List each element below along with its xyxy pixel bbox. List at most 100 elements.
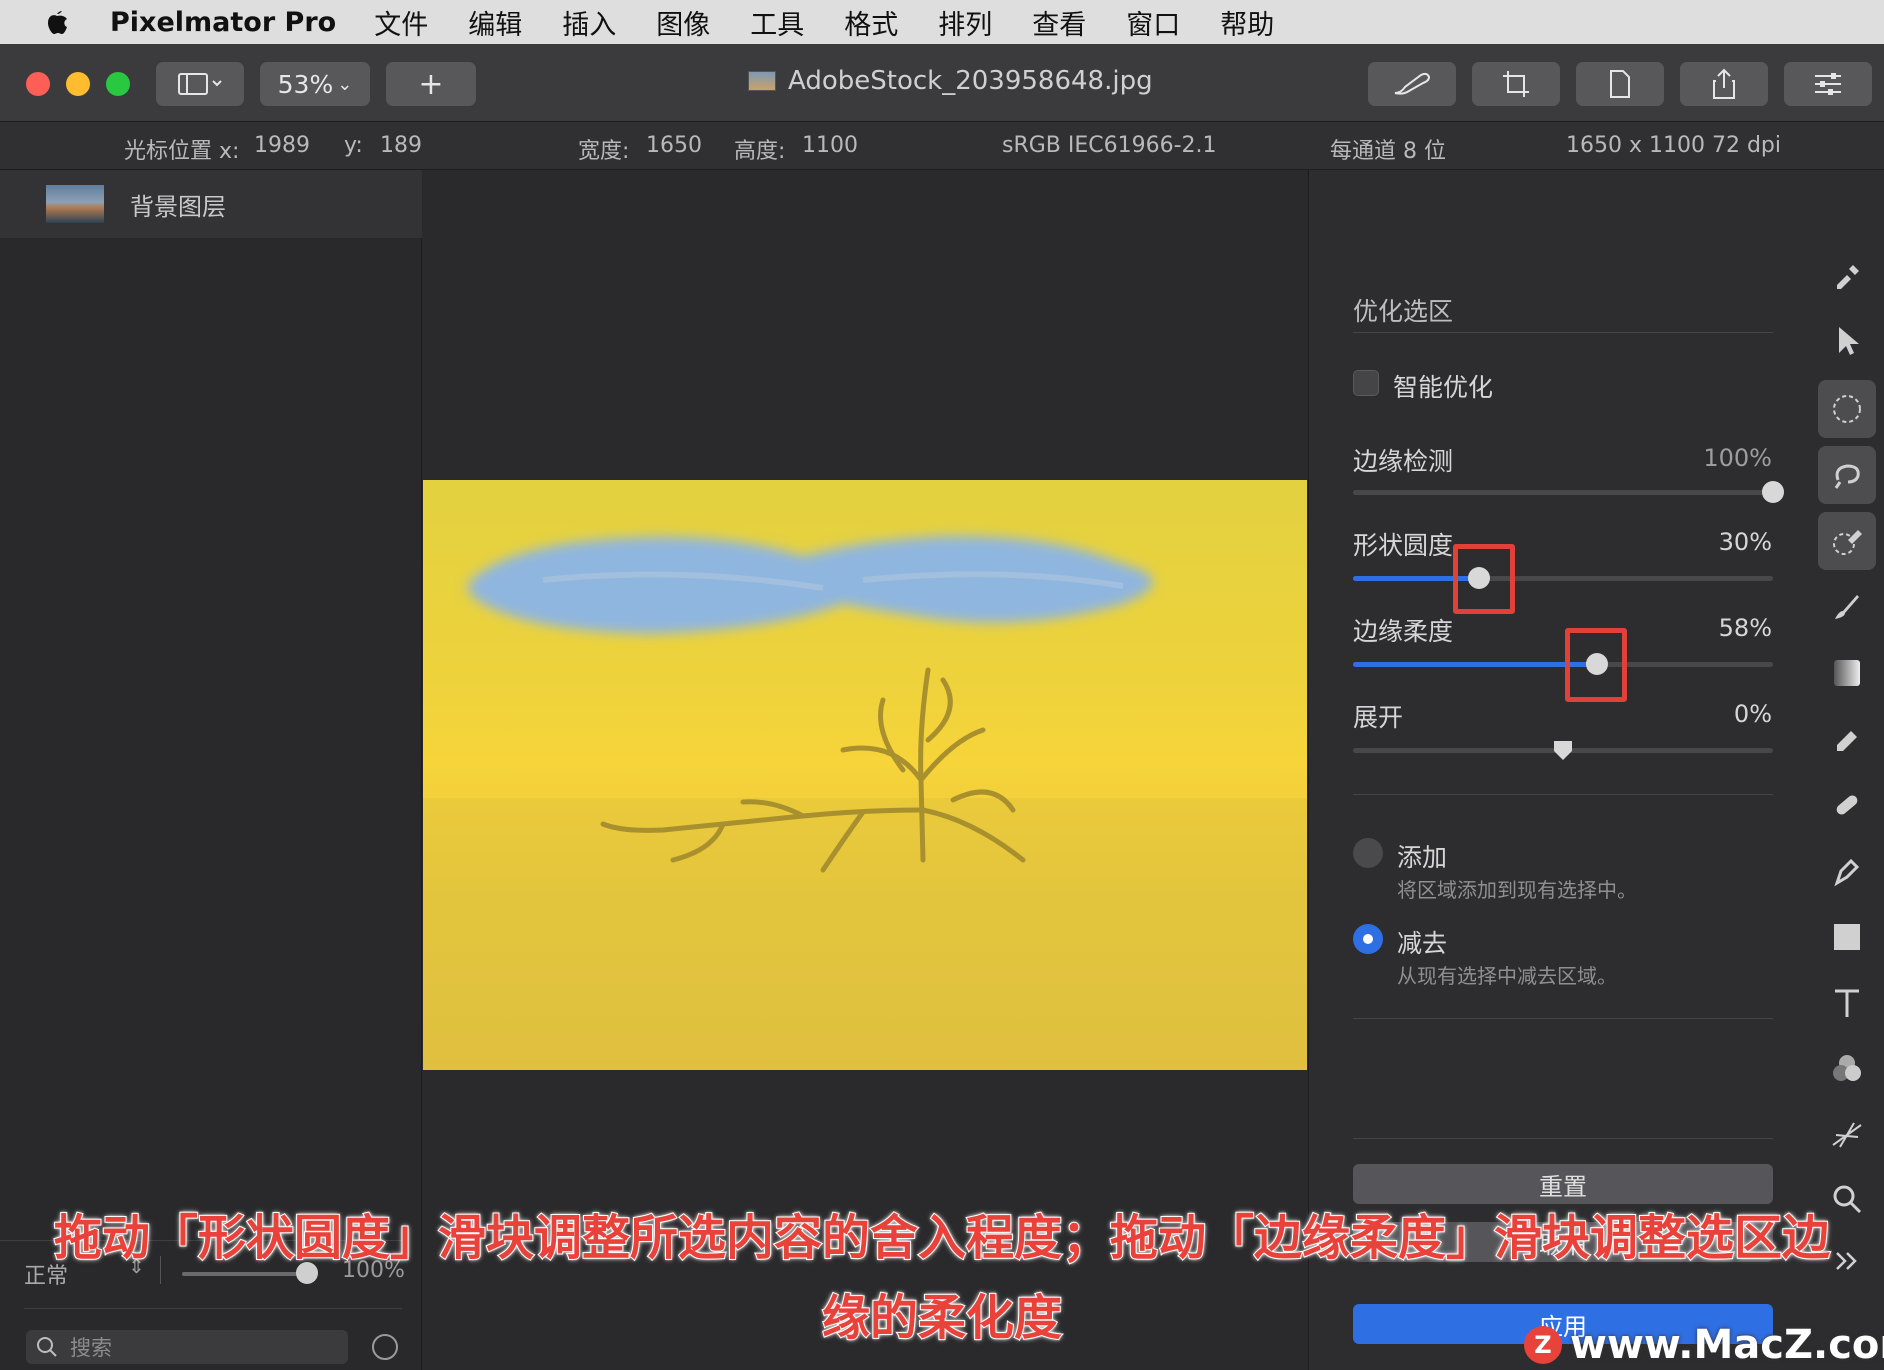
panel-title: 优化选区 (1353, 297, 1454, 326)
add-mode-label: 添加 (1397, 843, 1448, 872)
type-icon[interactable] (1818, 974, 1876, 1032)
sliders-icon (1815, 73, 1841, 95)
divider (1353, 1138, 1773, 1139)
minimize-window-button[interactable] (66, 72, 90, 96)
sidebar-icon (178, 73, 222, 95)
expand-label: 展开 (1353, 703, 1404, 732)
image-canvas[interactable] (423, 480, 1307, 1070)
apple-icon[interactable] (40, 5, 74, 39)
close-window-button[interactable] (26, 72, 50, 96)
document-title-text: AdobeStock_203958648.jpg (788, 66, 1153, 96)
feather-knob-highlight (1565, 628, 1627, 702)
layers-panel: 背景图层 正常 ⇕ 100% 搜索 (0, 170, 422, 1370)
cursor-y-value: 189 (380, 133, 422, 158)
edge-detection-slider[interactable] (1353, 481, 1784, 503)
distort-icon[interactable] (1818, 1106, 1876, 1164)
share-button[interactable] (1680, 62, 1768, 106)
bit-depth: 每通道 8 位 (1330, 139, 1446, 164)
pen-icon[interactable] (1818, 842, 1876, 900)
color-profile: sRGB IEC61966-2.1 (1002, 133, 1217, 158)
quick-selection-icon[interactable] (1818, 512, 1876, 570)
roundness-knob-highlight (1453, 544, 1515, 614)
subtract-mode-description: 从现有选择中减去区域。 (1397, 964, 1617, 988)
zoom-window-button[interactable] (106, 72, 130, 96)
menu-tools[interactable]: 工具 (750, 3, 804, 42)
width-label: 宽度: (578, 139, 630, 164)
document-thumbnail (748, 71, 776, 91)
gradient-icon[interactable] (1818, 644, 1876, 702)
expand-slider-pointer[interactable] (1552, 739, 1574, 761)
menu-arrange[interactable]: 排列 (938, 3, 992, 42)
adjustments-button[interactable] (1784, 62, 1872, 106)
feather-slider[interactable] (1353, 653, 1773, 675)
brush-icon (1394, 72, 1431, 95)
sidebar-toggle-button[interactable] (156, 62, 244, 106)
edge-detection-label: 边缘检测 (1353, 447, 1454, 476)
add-mode-description: 将区域添加到现有选择中。 (1397, 878, 1637, 902)
width-value: 1650 (646, 133, 702, 158)
zoom-dropdown[interactable]: 53% ⌄ (260, 62, 370, 106)
height-label: 高度: (734, 139, 786, 164)
watermark-text: www.MacZ.com (1570, 1322, 1884, 1368)
feather-label: 边缘柔度 (1353, 617, 1454, 646)
menu-window[interactable]: 窗口 (1126, 3, 1180, 42)
roundness-label: 形状圆度 (1353, 531, 1454, 560)
crop-icon (1503, 71, 1529, 97)
menu-format[interactable]: 格式 (844, 3, 898, 42)
smart-refine-checkbox[interactable] (1353, 370, 1379, 396)
crop-button[interactable] (1472, 62, 1560, 106)
edge-detection-slider-knob[interactable] (1762, 481, 1784, 503)
shape-rectangle-icon[interactable] (1818, 908, 1876, 966)
layer-row[interactable]: 背景图层 (0, 170, 422, 238)
roundness-slider[interactable] (1353, 567, 1773, 589)
menu-help[interactable]: 帮助 (1220, 3, 1274, 42)
share-icon (1713, 68, 1735, 99)
layer-thumbnail (46, 185, 104, 223)
subtract-mode-label: 减去 (1397, 929, 1448, 958)
menu-bar: Pixelmator Pro 文件 编辑 插入 图像 工具 格式 排列 查看 窗… (0, 0, 1884, 44)
macz-logo-icon: Z (1524, 1326, 1562, 1364)
divider (1353, 1018, 1773, 1019)
color-adjust-icon[interactable] (1818, 1040, 1876, 1098)
magnetic-lasso-icon[interactable] (1818, 446, 1876, 504)
menu-edit[interactable]: 编辑 (468, 3, 522, 42)
cursor-x-label: 光标位置 x: (124, 139, 240, 164)
document-title: AdobeStock_203958648.jpg (748, 66, 1153, 96)
roundness-value: 30% (1718, 528, 1772, 556)
divider (1353, 332, 1773, 333)
smart-refine-label: 智能优化 (1393, 373, 1494, 402)
expand-slider[interactable] (1353, 741, 1773, 760)
canvas-area[interactable] (423, 170, 1307, 1370)
window-toolbar: 53% ⌄ + AdobeStock_203958648.jpg (0, 44, 1884, 122)
menu-insert[interactable]: 插入 (562, 3, 616, 42)
menu-file[interactable]: 文件 (374, 3, 428, 42)
chevron-down-icon: ⌄ (337, 73, 353, 95)
layer-name: 背景图层 (130, 192, 226, 221)
refine-selection-panel: 优化选区 智能优化 边缘检测 100% 形状圆度 30% 边缘柔度 58% 展开… (1308, 170, 1884, 1370)
opacity-slider[interactable] (182, 1272, 312, 1276)
cursor-x-value: 1989 (254, 133, 310, 158)
bandage-retouch-icon[interactable] (1818, 776, 1876, 834)
watermark: Z www.MacZ.com (1524, 1322, 1884, 1368)
app-name-menu[interactable]: Pixelmator Pro (110, 7, 336, 38)
zoom-value: 53% (277, 69, 334, 99)
document-icon (1610, 70, 1630, 98)
color-picker-icon[interactable] (1818, 246, 1876, 304)
menu-image[interactable]: 图像 (656, 3, 710, 42)
tools-button[interactable] (1368, 62, 1456, 106)
paint-brush-icon[interactable] (1818, 578, 1876, 636)
eraser-icon[interactable] (1818, 710, 1876, 768)
selection-marquee-icon[interactable] (1818, 380, 1876, 438)
add-button[interactable]: + (386, 62, 476, 106)
document-info-bar: 光标位置 x: 1989 y: 189 宽度: 1650 高度: 1100 sR… (0, 122, 1884, 170)
arrange-pointer-icon[interactable] (1818, 312, 1876, 370)
tools-strip (1808, 240, 1884, 1360)
expand-value: 0% (1733, 700, 1772, 728)
format-button[interactable] (1576, 62, 1664, 106)
feather-slider-fill (1353, 662, 1597, 667)
menu-view[interactable]: 查看 (1032, 3, 1086, 42)
cursor-y-label: y: (344, 133, 363, 158)
edge-detection-value: 100% (1703, 444, 1772, 472)
add-mode-radio[interactable] (1353, 838, 1383, 868)
subtract-mode-radio[interactable] (1353, 924, 1383, 954)
